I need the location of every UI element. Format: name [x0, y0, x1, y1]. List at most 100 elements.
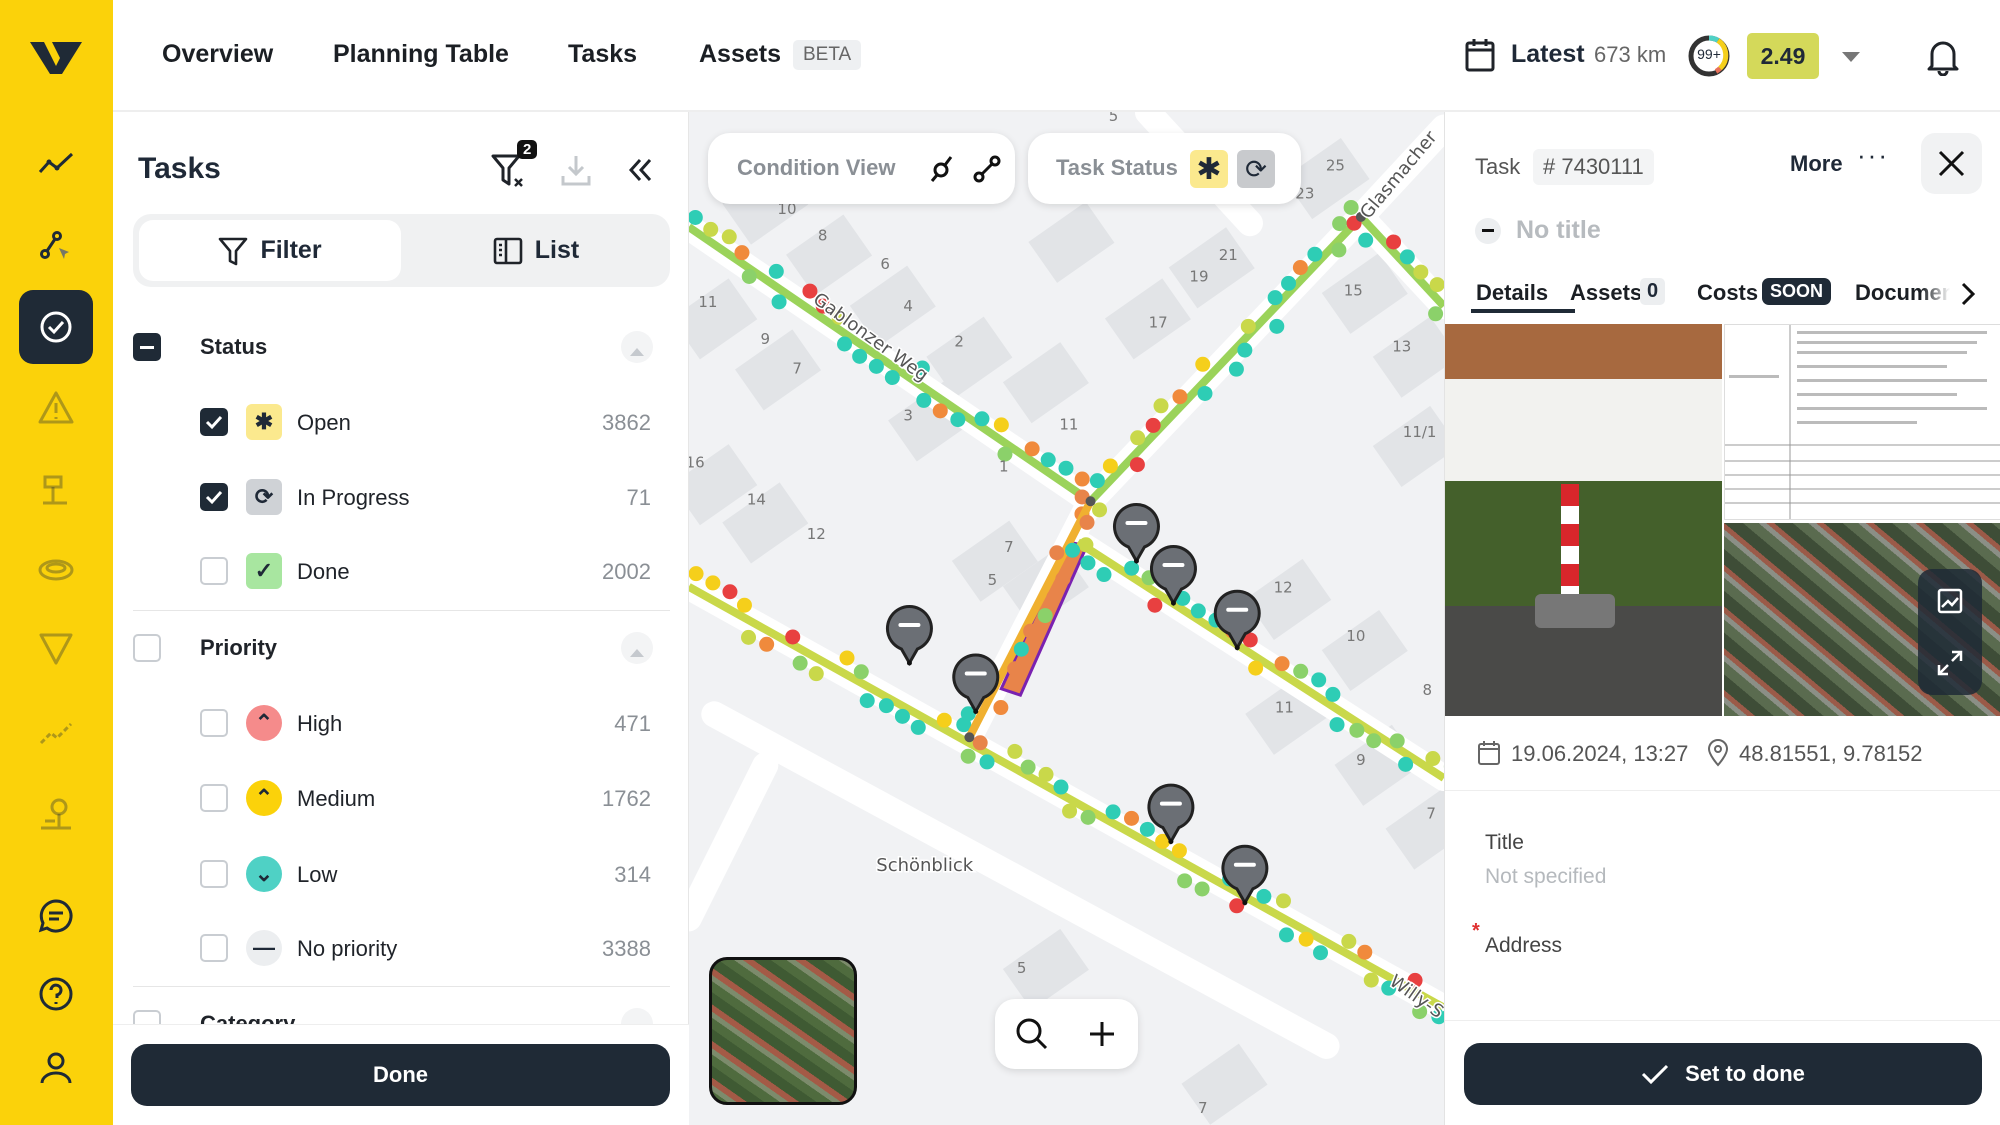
condition-point [1274, 656, 1290, 672]
house-number: 15 [1344, 282, 1363, 300]
plus-icon[interactable] [1087, 1019, 1117, 1049]
expand-icon[interactable] [1936, 649, 1964, 677]
chat-icon [38, 899, 73, 933]
condition-point [932, 403, 948, 419]
image-edit-icon[interactable] [1936, 587, 1964, 615]
in-progress-status-toggle[interactable]: ⟳ [1237, 150, 1275, 188]
route-nav-button[interactable] [19, 695, 93, 769]
warning-nav-button[interactable] [19, 371, 93, 445]
street-label: Glasmacher [1356, 127, 1442, 223]
house-number: 8 [1423, 681, 1433, 699]
priority-section-header[interactable]: Priority [113, 623, 689, 673]
user-nav-button[interactable] [19, 1031, 93, 1105]
status-section-header[interactable]: Status [113, 322, 689, 372]
analytics-nav-button[interactable] [19, 128, 93, 202]
status-group-checkbox[interactable] [133, 333, 161, 361]
filter-row-open[interactable]: ✱ Open 3862 [113, 397, 689, 447]
list-tab[interactable]: List [405, 220, 667, 281]
tree-nav-button[interactable] [19, 777, 93, 851]
task-coordinates[interactable]: 48.81551, 9.78152 [1739, 741, 1923, 767]
filter-row-no-priority[interactable]: — No priority 3388 [113, 923, 689, 973]
required-mark: * [1472, 920, 1480, 942]
title-field-value[interactable]: Not specified [1485, 865, 1606, 889]
bell-icon[interactable] [1926, 38, 1960, 76]
tab-details[interactable]: Details [1476, 280, 1548, 306]
collapse-chevron-icon[interactable] [621, 331, 653, 363]
open-status-toggle[interactable]: ✱ [1190, 150, 1228, 188]
filter-icon [219, 237, 248, 265]
done-button[interactable]: Done [131, 1044, 670, 1106]
open-checkbox[interactable] [200, 408, 228, 436]
document-preview[interactable] [1724, 324, 2000, 520]
score-badge[interactable]: 2.49 [1747, 33, 1819, 79]
filter-row-in-progress[interactable]: ⟳ In Progress 71 [113, 472, 689, 522]
more-button[interactable]: More [1790, 151, 1843, 177]
collapse-chevron-icon[interactable] [621, 632, 653, 664]
task-id[interactable]: # 7430111 [1533, 149, 1654, 185]
nav-tasks[interactable]: Tasks [568, 40, 637, 69]
condition-point [1389, 733, 1405, 749]
condition-point [1046, 589, 1062, 605]
medium-checkbox[interactable] [200, 784, 228, 812]
house-number: 7 [792, 359, 802, 377]
tab-documents[interactable]: Documen [1855, 280, 1950, 306]
condition-point [1065, 542, 1081, 558]
condition-point [1055, 571, 1071, 587]
filter-row-high[interactable]: ⌃ High 471 [113, 698, 689, 748]
chat-nav-button[interactable] [19, 879, 93, 953]
close-button[interactable] [1921, 133, 1982, 194]
nav-overview[interactable]: Overview [162, 40, 273, 69]
priority-none-icon[interactable] [1475, 218, 1501, 244]
no-priority-checkbox[interactable] [200, 934, 228, 962]
point-condition-icon[interactable] [928, 155, 956, 183]
user-icon [40, 1052, 72, 1084]
condition-point [1129, 457, 1145, 473]
house-number: 3 [903, 407, 913, 425]
sign-nav-button[interactable] [19, 453, 93, 527]
house-number: 5 [1109, 112, 1119, 125]
tasks-nav-button[interactable] [19, 290, 93, 364]
filter-row-done[interactable]: ✓ Done 2002 [113, 546, 689, 596]
download-icon[interactable] [561, 154, 591, 186]
chevron-right-icon[interactable] [1960, 282, 1976, 306]
map-canvas[interactable]: 10 8 6 4 2 11 9 7 3 1 11 16 14 12 7 5 17 19 21 23 25 15 13 11/1… [689, 112, 1444, 1125]
priority-group-checkbox[interactable] [133, 634, 161, 662]
task-marker[interactable] [885, 605, 933, 667]
manhole-nav-button[interactable] [19, 533, 93, 607]
condition-point [1240, 318, 1256, 334]
filter-tab[interactable]: Filter [139, 220, 401, 281]
search-icon[interactable] [1015, 1017, 1049, 1051]
task-photo[interactable] [1445, 324, 1722, 716]
task-title[interactable]: No title [1516, 216, 1601, 245]
house-number: 17 [1149, 313, 1168, 331]
clear-filter-button[interactable]: 2 [491, 140, 538, 195]
set-to-done-button[interactable]: Set to done [1464, 1043, 1982, 1105]
nav-assets[interactable]: Assets [699, 40, 781, 69]
condition-donut[interactable]: 99+ [1687, 34, 1731, 78]
condition-point [1023, 623, 1039, 639]
route-select-nav-button[interactable] [19, 208, 93, 282]
house-number: 9 [761, 330, 771, 348]
filter-row-low[interactable]: ⌄ Low 314 [113, 849, 689, 899]
logo[interactable] [28, 38, 84, 81]
filter-row-medium[interactable]: ⌃ Medium 1762 [113, 773, 689, 823]
in-progress-checkbox[interactable] [200, 483, 228, 511]
tab-assets[interactable]: Assets [1570, 280, 1642, 306]
collapse-panel-icon[interactable] [627, 157, 653, 183]
low-checkbox[interactable] [200, 860, 228, 888]
segment-condition-icon[interactable] [973, 155, 1001, 183]
more-dots-icon[interactable]: ··· [1857, 140, 1889, 171]
close-icon [1938, 150, 1965, 177]
caret-down-icon[interactable] [1842, 52, 1860, 71]
open-icon: ✱ [246, 404, 282, 440]
condition-point [1366, 733, 1382, 749]
marking-nav-button[interactable] [19, 611, 93, 685]
tab-costs[interactable]: Costs [1697, 280, 1758, 306]
help-nav-button[interactable] [19, 957, 93, 1031]
nav-planning-table[interactable]: Planning Table [333, 40, 509, 69]
satellite-layer-toggle[interactable] [709, 957, 857, 1105]
done-checkbox[interactable] [200, 557, 228, 585]
condition-point [1053, 779, 1069, 795]
task-detail-panel: Task # 7430111 More ··· No title Details… [1444, 112, 2000, 1125]
high-checkbox[interactable] [200, 709, 228, 737]
